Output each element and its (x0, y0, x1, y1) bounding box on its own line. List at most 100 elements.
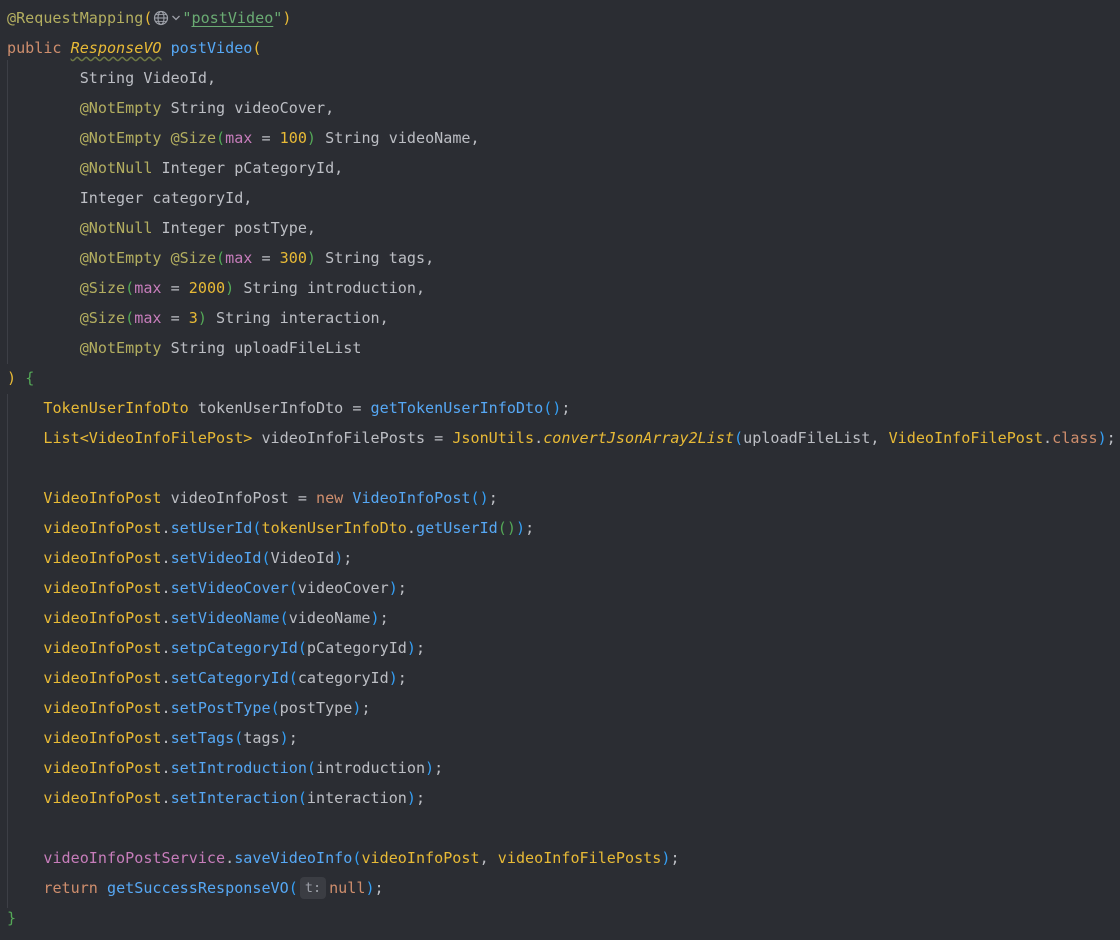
annotation-token: @Size (170, 249, 217, 267)
code-line-signature[interactable]: public ResponseVO postVideo( (7, 33, 261, 63)
param-name-token: uploadFileList (234, 339, 362, 357)
dot-token: . (161, 579, 171, 597)
arg-token: pCategoryId (306, 639, 407, 657)
annotation-token: @NotEmpty (79, 339, 162, 357)
paren-token: ( (288, 669, 298, 687)
operator-token: = (343, 399, 371, 417)
code-line-setter[interactable]: videoInfoPost.setInteraction(interaction… (7, 783, 425, 813)
var-token: videoInfoPost (43, 579, 162, 597)
paren-token: ( (270, 699, 280, 717)
code-line-param[interactable]: Integer categoryId, (7, 183, 253, 213)
dot-token: . (225, 849, 235, 867)
param-name-token: categoryId, (152, 189, 253, 207)
number-token: 3 (188, 309, 198, 327)
operator-token: = (161, 279, 189, 297)
code-line-brace[interactable]: ) { (7, 363, 34, 393)
globe-icon[interactable] (153, 6, 169, 26)
code-line-setter[interactable]: videoInfoPost.setTags(tags); (7, 723, 298, 753)
code-line-setter[interactable]: videoInfoPost.setVideoId(VideoId); (7, 543, 352, 573)
operator-token: = (161, 309, 189, 327)
paren-token: ) (306, 249, 317, 267)
call-token: getTokenUserInfoDto (370, 399, 544, 417)
paren-token: ( (306, 759, 316, 777)
code-line-param[interactable]: @NotNull Integer postType, (7, 213, 316, 243)
operator-token: = (288, 489, 316, 507)
code-line-param[interactable]: @Size(max = 2000) String introduction, (7, 273, 425, 303)
code-line-setter[interactable]: videoInfoPost.setpCategoryId(pCategoryId… (7, 633, 425, 663)
type-token: String (325, 249, 380, 267)
arg-token: videoCover (297, 579, 389, 597)
code-line-annotation[interactable]: @RequestMapping("postVideo") (7, 3, 291, 33)
param-name-token: VideoId, (143, 69, 217, 87)
code-editor[interactable]: @RequestMapping("postVideo") public Respo… (0, 0, 1120, 940)
dot-token: . (161, 549, 171, 567)
code-line-param[interactable]: @NotNull Integer pCategoryId, (7, 153, 344, 183)
class-token: JsonUtils (452, 429, 535, 447)
code-line-setter[interactable]: videoInfoPost.setUserId(tokenUserInfoDto… (7, 513, 534, 543)
paren-token: ) (334, 549, 344, 567)
operator-token: = (425, 429, 453, 447)
var-token: videoInfoPost (43, 699, 162, 717)
type-token: String (216, 309, 271, 327)
dot-token: . (406, 519, 416, 537)
operator-token: = (252, 129, 280, 147)
field-token: videoInfoPostService (43, 849, 226, 867)
semicolon-token: ; (361, 699, 371, 717)
paren-token: ( (261, 549, 271, 567)
code-line-brace[interactable]: } (7, 903, 16, 933)
code-line-setter[interactable]: videoInfoPost.setVideoCover(videoCover); (7, 573, 407, 603)
code-line-param[interactable]: @NotEmpty String videoCover, (7, 93, 334, 123)
paren-token: ) (225, 279, 235, 297)
var-token: videoInfoPost (43, 519, 162, 537)
code-line-setter[interactable]: videoInfoPost.setIntroduction(introducti… (7, 753, 443, 783)
code-line-param[interactable]: @NotEmpty @Size(max = 100) String videoN… (7, 123, 480, 153)
code-line-param[interactable]: @Size(max = 3) String interaction, (7, 303, 389, 333)
code-line-param[interactable]: @NotEmpty @Size(max = 300) String tags, (7, 243, 434, 273)
call-token: setCategoryId (170, 669, 289, 687)
dot-token: . (161, 759, 171, 777)
code-line-param[interactable]: String VideoId, (7, 63, 216, 93)
number-token: 300 (279, 249, 307, 267)
number-token: 100 (279, 129, 307, 147)
paren-token: ( (234, 729, 244, 747)
code-line-token[interactable]: TokenUserInfoDto tokenUserInfoDto = getT… (7, 393, 570, 423)
paren-token: ( (734, 429, 744, 447)
code-line-setter[interactable]: videoInfoPost.setPostType(postType); (7, 693, 371, 723)
var-token: videoInfoPost (43, 609, 162, 627)
annotation-token: @Size (79, 279, 126, 297)
arg-token: postType (279, 699, 353, 717)
code-line-return[interactable]: return getSuccessResponseVO(t: null); (7, 873, 384, 903)
var-token: videoInfoPost (43, 759, 162, 777)
code-line-setter[interactable]: videoInfoPost.setVideoName(videoName); (7, 603, 388, 633)
keyword-token: public (7, 39, 62, 57)
arg-token: videoInfoFilePosts (497, 849, 662, 867)
var-token: videoInfoFilePosts (261, 429, 426, 447)
paren-token: () (543, 399, 562, 417)
dot-token: . (534, 429, 544, 447)
keyword-token: null (329, 879, 366, 897)
type-token: Integer (161, 219, 226, 237)
annotation-token: @Size (79, 309, 126, 327)
var-token: videoInfoPost (43, 549, 162, 567)
code-line-setter[interactable]: videoInfoPost.setCategoryId(categoryId); (7, 663, 407, 693)
annotation-token: @NotEmpty (79, 249, 162, 267)
semicolon-token: ; (1106, 429, 1116, 447)
code-line-list[interactable]: List<VideoInfoFilePost> videoInfoFilePos… (7, 423, 1116, 453)
code-line-param[interactable]: @NotEmpty String uploadFileList (7, 333, 362, 363)
code-line-save[interactable]: videoInfoPostService.saveVideoInfo(video… (7, 843, 680, 873)
param-hint-badge: t: (299, 877, 327, 899)
dot-token: . (161, 609, 171, 627)
code-line-new[interactable]: VideoInfoPost videoInfoPost = new VideoI… (7, 483, 497, 513)
paren-token: ) (306, 129, 317, 147)
semicolon-token: ; (525, 519, 535, 537)
semicolon-token: ; (670, 849, 680, 867)
paren-token: ) (406, 789, 416, 807)
chevron-down-icon[interactable] (171, 6, 181, 22)
paren-token: ( (143, 9, 153, 27)
comma-token: , (479, 849, 498, 867)
call-token: setVideoName (170, 609, 280, 627)
type-token: List<VideoInfoFilePost> (43, 429, 253, 447)
var-token: videoInfoPost (43, 639, 162, 657)
keyword-token: class (1052, 429, 1098, 447)
type-token: Integer (161, 159, 226, 177)
